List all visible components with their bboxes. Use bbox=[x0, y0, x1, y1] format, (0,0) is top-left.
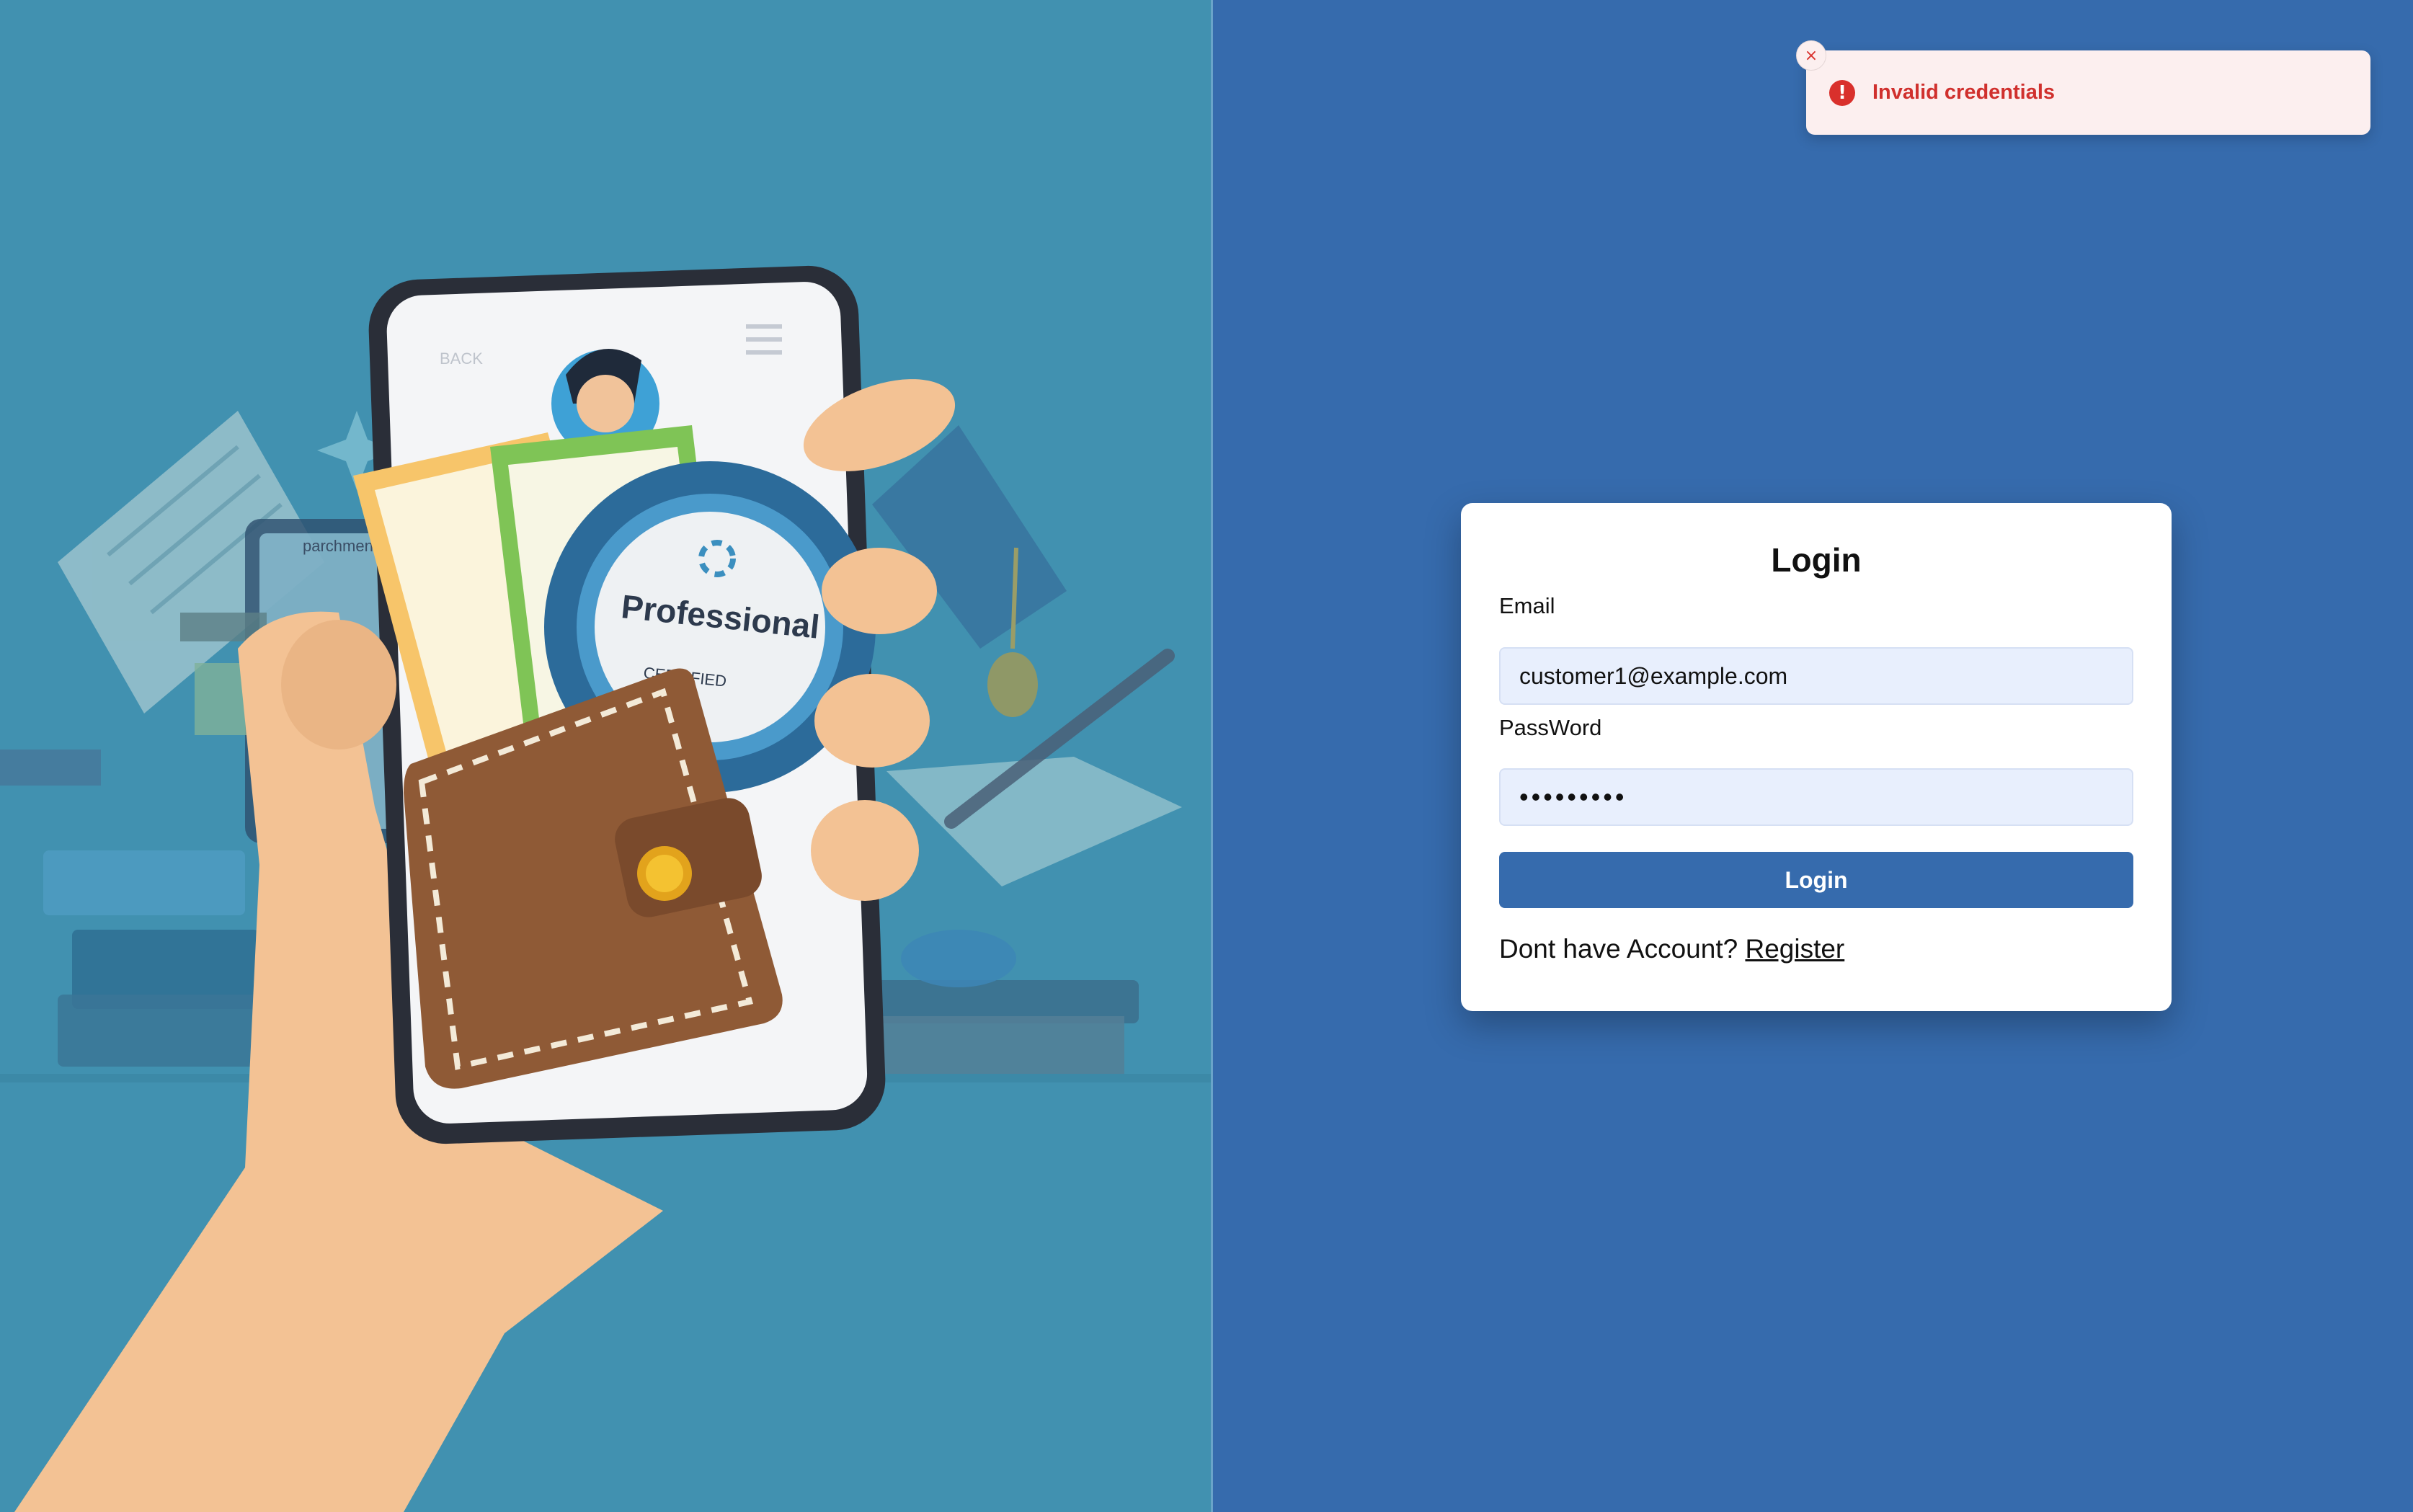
password-label: PassWord bbox=[1499, 715, 1602, 740]
password-masked-value: ••••••••• bbox=[1519, 782, 1627, 811]
toast-message: Invalid credentials bbox=[1872, 81, 2056, 104]
close-icon[interactable]: × bbox=[1796, 40, 1826, 71]
error-circle-icon: ! bbox=[1829, 79, 1855, 106]
register-link[interactable]: Register bbox=[1745, 934, 1844, 964]
card-title: Login bbox=[1771, 541, 1862, 579]
signup-prompt: Dont have Account? bbox=[1499, 934, 1738, 964]
illustration-panel: parchment BACK Professional bbox=[0, 0, 1211, 1512]
signup-row: Dont have Account? Register bbox=[1499, 934, 1844, 964]
password-field[interactable]: ••••••••• bbox=[1499, 768, 2133, 826]
hero-illustration: parchment BACK Professional bbox=[0, 265, 1211, 1512]
login-button[interactable]: Login bbox=[1499, 852, 2133, 908]
email-field[interactable] bbox=[1499, 647, 2133, 705]
login-card: Login Email PassWord ••••••••• Login Don… bbox=[1461, 503, 2172, 1011]
error-toast: × ! Invalid credentials bbox=[1796, 40, 2370, 135]
tablet-text: parchment bbox=[303, 537, 378, 555]
email-label: Email bbox=[1499, 593, 1555, 618]
phone-back-text: BACK bbox=[440, 350, 483, 368]
